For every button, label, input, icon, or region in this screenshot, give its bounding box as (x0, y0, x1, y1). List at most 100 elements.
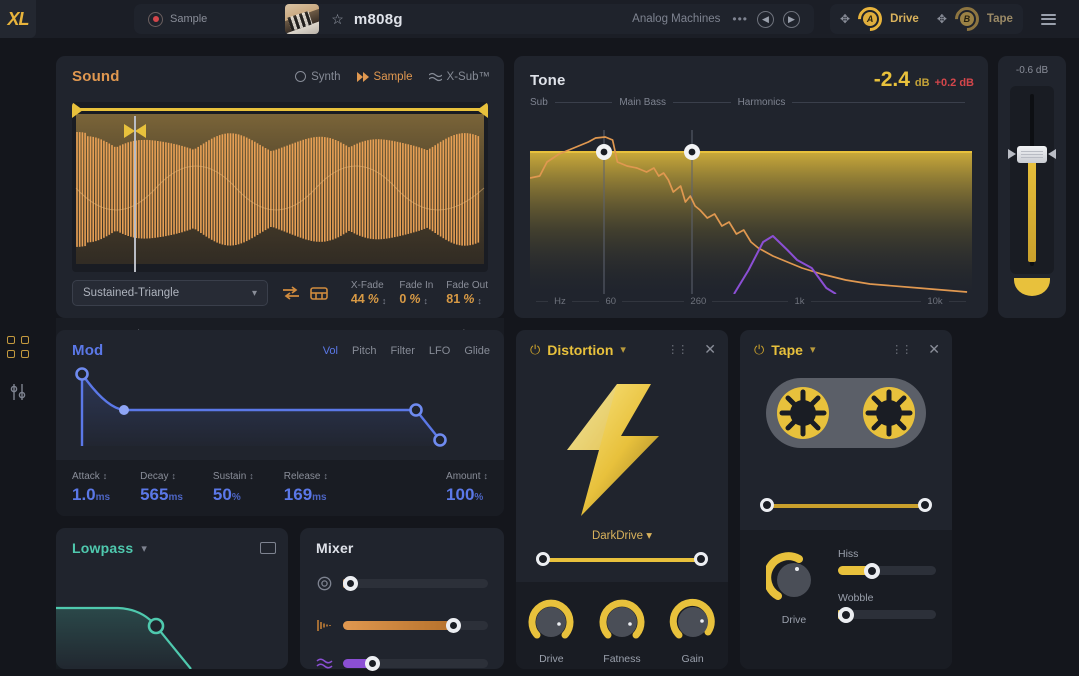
distortion-range-handle-left[interactable] (536, 552, 550, 566)
lowpass-title[interactable]: Lowpass (72, 540, 133, 556)
record-dot-icon (148, 11, 163, 27)
drag-grip-icon[interactable]: ⋮⋮ (891, 343, 912, 356)
preset-bar: Sample ☆ m808g Analog Machines ••• ◀ ▶ (134, 4, 814, 34)
sample-end-marker[interactable] (477, 102, 488, 118)
fader-fan-icon[interactable] (1014, 278, 1050, 296)
amount-control[interactable]: Amount ↕ 100% (446, 471, 488, 505)
tape-range-slider[interactable] (760, 498, 932, 513)
tone-spectrum-graph[interactable] (530, 110, 972, 294)
top-bar: XL Sample ☆ m808g Analog Machines ••• ◀ … (0, 0, 1079, 38)
stepper-icon[interactable]: ↕ (423, 297, 428, 306)
distortion-algorithm-select[interactable]: DarkDrive ▾ (516, 528, 728, 542)
tone-gain-readout[interactable]: -2.4 dB +0.2 dB (874, 68, 974, 92)
fadeout-control[interactable]: Fade Out 81 % ↕ (446, 280, 488, 306)
macro-knob-b[interactable]: B (949, 2, 984, 36)
tab-xsub[interactable]: X-Sub™ (428, 71, 490, 83)
move-icon[interactable]: ✥ (840, 12, 850, 26)
attack-control[interactable]: Attack ↕ 1.0ms (72, 471, 110, 505)
tape-slider-wobble-label: Wobble (838, 592, 874, 604)
stepper-icon[interactable]: ↕ (477, 297, 482, 306)
move-icon[interactable]: ✥ (937, 12, 947, 26)
chevron-down-icon[interactable]: ▾ (810, 343, 816, 356)
more-options-button[interactable]: ••• (732, 12, 748, 26)
lowpass-cutoff-handle (147, 617, 165, 635)
distortion-range-slider[interactable] (536, 552, 708, 567)
macro-knob-a[interactable]: A (853, 2, 888, 36)
tape-range-handle-left[interactable] (760, 498, 774, 512)
fadein-control[interactable]: Fade In 0 % ↕ (399, 280, 433, 306)
distortion-knobs: Drive Fatness Gain (516, 582, 728, 669)
decay-control[interactable]: Decay ↕ 565ms (140, 471, 183, 505)
reverse-swap-icon[interactable] (282, 285, 300, 301)
drag-grip-icon[interactable]: ⋮⋮ (667, 343, 688, 356)
app-logo[interactable]: XL (0, 0, 36, 38)
stepper-icon[interactable]: ↕ (382, 297, 387, 306)
distortion-knob-drive-label: Drive (539, 653, 564, 665)
record-sample-button[interactable]: Sample (148, 11, 207, 27)
lowpass-header: Lowpass ▾ (56, 528, 288, 556)
sample-waveform[interactable] (72, 102, 488, 272)
mixer-sliders-icon[interactable] (7, 381, 29, 403)
power-icon[interactable]: ⏻ (754, 342, 764, 358)
stepper-icon: ↕ (323, 471, 328, 481)
tab-sample[interactable]: Sample (356, 71, 413, 83)
hamburger-menu-icon[interactable] (1040, 13, 1056, 25)
mixer-slider-sub[interactable] (343, 656, 488, 671)
chevron-down-icon[interactable]: ▾ (620, 343, 626, 356)
decay-value: 565 (140, 485, 169, 504)
preset-name[interactable]: m808g (354, 11, 403, 28)
tape-header: ⏻ Tape ▾ ⋮⋮ ✕ (740, 330, 952, 358)
distortion-knob-gain[interactable]: Gain (668, 596, 718, 665)
sample-start-marker[interactable] (72, 102, 83, 118)
xfade-control[interactable]: X-Fade 44 % ↕ (351, 280, 387, 306)
distortion-knob-drive[interactable]: Drive (526, 596, 576, 665)
preset-artwork (285, 4, 320, 34)
fader-arrow-left-icon (1008, 149, 1016, 159)
decay-label: Decay (140, 471, 169, 482)
lowpass-response-graph[interactable] (56, 570, 288, 669)
chevron-right-icon[interactable]: ▶ (783, 10, 800, 28)
keyboard-track-icon[interactable] (260, 542, 276, 554)
mod-envelope-graph[interactable] (72, 366, 488, 462)
tone-gain-unit: dB (914, 77, 930, 89)
tab-glide[interactable]: Glide (464, 345, 490, 357)
sound-mode-tabs: Synth Sample X-Sub™ (295, 71, 490, 83)
mixer-slider-synth[interactable] (343, 576, 488, 591)
mixer-slider-sample[interactable] (343, 618, 488, 633)
tab-vol[interactable]: Vol (323, 345, 338, 357)
stepper-icon: ↕ (483, 471, 489, 481)
output-fader[interactable] (1008, 86, 1056, 274)
tab-lfo[interactable]: LFO (429, 345, 450, 357)
decay-unit: ms (168, 492, 183, 503)
xfade-unit: % (367, 292, 379, 306)
chevron-left-icon[interactable]: ◀ (757, 10, 774, 28)
tape-handle-wobble (838, 606, 854, 623)
tone-band-labels: Sub Main Bass Harmonics (530, 96, 972, 108)
distortion-range-handle-right[interactable] (694, 552, 708, 566)
chevron-down-icon[interactable]: ▾ (141, 542, 147, 555)
output-fader-readout: -0.6 dB (1015, 65, 1049, 76)
distortion-algorithm-value: DarkDrive (591, 530, 644, 542)
fadeout-value: 81 (446, 292, 461, 306)
bank-name: Analog Machines (632, 13, 721, 25)
fader-handle-icon[interactable] (1017, 146, 1047, 163)
tab-pitch[interactable]: Pitch (352, 345, 376, 357)
slice-grid-icon[interactable] (310, 285, 328, 301)
attack-value: 1.0 (72, 485, 96, 504)
tab-filter[interactable]: Filter (390, 345, 414, 357)
tone-gain-delta: +0.2 dB (934, 77, 974, 89)
release-control[interactable]: Release ↕ 169ms (284, 471, 328, 505)
sample-select[interactable]: Sustained-Triangle ▾ (72, 280, 268, 306)
fadeout-unit: % (463, 292, 475, 306)
power-icon[interactable]: ⏻ (530, 342, 540, 358)
distortion-knob-fatness[interactable]: Fatness (597, 596, 647, 665)
tab-synth[interactable]: Synth (295, 71, 341, 83)
grid-view-icon[interactable] (7, 336, 29, 358)
tape-range-handle-right[interactable] (918, 498, 932, 512)
close-icon[interactable]: ✕ (928, 341, 940, 358)
close-icon[interactable]: ✕ (704, 341, 716, 358)
mixer-handle-synth (343, 576, 358, 591)
sustain-control[interactable]: Sustain ↕ 50% (213, 471, 254, 505)
star-icon[interactable]: ☆ (331, 11, 344, 28)
tape-knob-drive[interactable] (763, 552, 822, 608)
